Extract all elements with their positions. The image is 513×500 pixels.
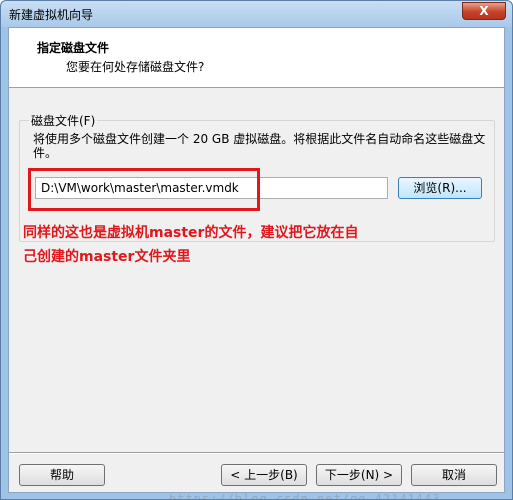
page-subtitle: 您要在何处存储磁盘文件? (66, 60, 205, 74)
annotation-line-2: 己创建的master文件夹里 (23, 249, 191, 265)
window-title: 新建虚拟机向导 (9, 8, 94, 22)
wizard-header: 指定磁盘文件 您要在何处存储磁盘文件? (9, 28, 504, 88)
disk-file-description: 将使用多个磁盘文件创建一个 20 GB 虚拟磁盘。将根据此文件名自动命名这些磁盘… (33, 132, 486, 160)
page-title: 指定磁盘文件 (37, 41, 110, 55)
close-button[interactable]: X (462, 2, 506, 20)
wizard-window: 新建虚拟机向导 X 指定磁盘文件 您要在何处存储磁盘文件? 磁盘文件(F) 将使… (0, 0, 513, 500)
help-button[interactable]: 帮助 (19, 464, 105, 486)
back-button[interactable]: < 上一步(B) (221, 464, 307, 486)
next-button[interactable]: 下一步(N) > (316, 464, 402, 486)
wizard-client-area: 指定磁盘文件 您要在何处存储磁盘文件? 磁盘文件(F) 将使用多个磁盘文件创建一… (8, 27, 505, 500)
annotation-line-1: 同样的这也是虚拟机master的文件，建议把它放在自 (23, 225, 359, 241)
cancel-button[interactable]: 取消 (411, 464, 497, 486)
disk-file-group-label: 磁盘文件(F) (29, 112, 98, 129)
close-icon: X (479, 4, 489, 18)
annotation-highlight-box (28, 168, 260, 211)
browse-button[interactable]: 浏览(R)... (398, 177, 482, 199)
footer-separator (9, 452, 504, 454)
watermark: https://blog.csdn.net/qq_42141443 (169, 492, 441, 500)
title-bar: 新建虚拟机向导 X (1, 1, 512, 27)
